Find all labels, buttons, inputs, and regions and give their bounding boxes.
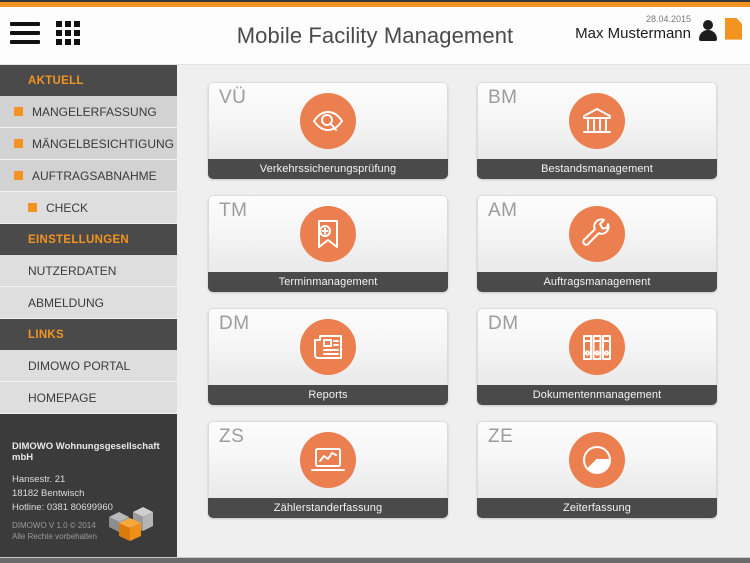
module-card-body: ZE [477,421,717,498]
cubes-logo-icon [103,501,159,545]
footer-street: Hansestr. 21 [12,474,66,485]
module-card-body: DM [208,308,448,385]
bullet-square-icon [14,139,23,148]
app-header: Mobile Facility Management 28.04.2015 Ma… [0,7,750,65]
module-card[interactable]: DM Dokumentenmanagement [477,308,717,405]
module-card[interactable]: DM Reports [208,308,448,405]
grid-icon[interactable] [56,20,82,46]
module-card-code: ZE [488,426,514,447]
header-username: Max Mustermann [575,25,691,43]
module-card-grid: VÜ Verkehrssicherungsprüfung BM Bestandsm… [208,82,717,518]
footer-version: DIMOWO V 1.0 © 2014 [12,520,96,530]
sidebar-item-label: NUTZERDATEN [28,263,117,278]
app-root: Mobile Facility Management 28.04.2015 Ma… [0,0,750,563]
header-user-area: 28.04.2015 Max Mustermann [575,14,742,43]
bullet-square-icon [14,171,23,180]
module-card-code: ZS [219,426,245,447]
sidebar-item-label: MANGELERFASSUNG [32,104,157,119]
sidebar-item-label: DIMOWO PORTAL [28,358,131,373]
sidebar-item-abmeldung[interactable]: ABMELDUNG [0,287,177,319]
footer-rights: Alle Rechte vorbehalten [12,532,97,542]
sidebar-item-m-ngelbesichtigung[interactable]: MÄNGELBESICHTIGUNG [0,128,177,160]
module-card-body: AM [477,195,717,272]
module-card-label: Zählerstanderfassung [208,498,448,518]
module-card[interactable]: VÜ Verkehrssicherungsprüfung [208,82,448,179]
sidebar-group-header: AKTUELL [0,65,177,96]
module-card-body: ZS [208,421,448,498]
module-card[interactable]: ZE Zeiterfassung [477,421,717,518]
module-card[interactable]: TM Terminmanagement [208,195,448,292]
document-icon[interactable] [725,18,742,40]
eye-search-icon[interactable] [300,93,356,149]
sidebar-nav: AKTUELL MANGELERFASSUNG MÄNGELBESICHTIGUNG… [0,65,177,414]
top-accent-bar [0,0,750,7]
pie-chart-icon[interactable] [569,432,625,488]
module-card-body: TM [208,195,448,272]
module-card[interactable]: BM Bestandsmanagement [477,82,717,179]
module-card-code: BM [488,87,518,108]
sidebar-item-homepage[interactable]: HOMEPAGE [0,382,177,414]
hamburger-icon[interactable] [10,20,40,46]
module-card-code: DM [488,313,519,334]
bookmark-plus-icon[interactable] [300,206,356,262]
module-card-label: Reports [208,385,448,405]
header-date: 28.04.2015 [645,14,691,24]
sidebar-item-nutzerdaten[interactable]: NUTZERDATEN [0,255,177,287]
sidebar-item-label: ABMELDUNG [28,295,105,310]
main-content: VÜ Verkehrssicherungsprüfung BM Bestandsm… [177,65,750,557]
footer-copyright: DIMOWO V 1.0 © 2014 Alle Rechte vorbehal… [12,520,97,543]
bullet-square-icon [14,107,23,116]
module-card[interactable]: ZS Zählerstanderfassung [208,421,448,518]
module-card-label: Zeiterfassung [477,498,717,518]
header-left-icons [10,20,82,46]
bank-columns-icon[interactable] [569,93,625,149]
sidebar-group-header: EINSTELLUNGEN [0,224,177,255]
module-card-body: DM [477,308,717,385]
header-user-text: 28.04.2015 Max Mustermann [575,14,691,43]
module-card-label: Terminmanagement [208,272,448,292]
sidebar-item-dimowo-portal[interactable]: DIMOWO PORTAL [0,350,177,382]
bottom-bar [0,557,750,563]
sidebar-item-label: AUFTRAGSABNAHME [32,168,157,183]
binders-icon[interactable] [569,319,625,375]
sidebar-item-mangelerfassung[interactable]: MANGELERFASSUNG [0,96,177,128]
module-card-label: Dokumentenmanagement [477,385,717,405]
person-icon[interactable] [698,17,718,41]
module-card-code: TM [219,200,248,221]
sidebar-item-label: MÄNGELBESICHTIGUNG [32,136,175,151]
module-card-body: VÜ [208,82,448,159]
footer-city: 18182 Bentwisch [12,487,85,499]
module-card-code: VÜ [219,87,247,108]
sidebar-item-check[interactable]: CHECK [0,192,177,224]
sidebar: AKTUELL MANGELERFASSUNG MÄNGELBESICHTIGUNG… [0,65,177,557]
sidebar-item-auftragsabnahme[interactable]: AUFTRAGSABNAHME [0,160,177,192]
module-card-label: Bestandsmanagement [477,159,717,179]
bullet-square-icon [28,203,37,212]
sidebar-item-label: CHECK [46,200,89,215]
sidebar-footer: DIMOWO Wohnungsgesellschaft mbH Hansestr… [0,427,177,557]
footer-company: DIMOWO Wohnungsgesellschaft mbH [12,441,160,463]
module-card-code: DM [219,313,250,334]
newspaper-icon[interactable] [300,319,356,375]
module-card-label: Auftragsmanagement [477,272,717,292]
sidebar-item-label: HOMEPAGE [28,390,97,405]
module-card-body: BM [477,82,717,159]
sidebar-group-header: LINKS [0,319,177,350]
wrench-icon[interactable] [569,206,625,262]
laptop-chart-icon[interactable] [300,432,356,488]
module-card-label: Verkehrssicherungsprüfung [208,159,448,179]
module-card[interactable]: AM Auftragsmanagement [477,195,717,292]
module-card-code: AM [488,200,518,221]
